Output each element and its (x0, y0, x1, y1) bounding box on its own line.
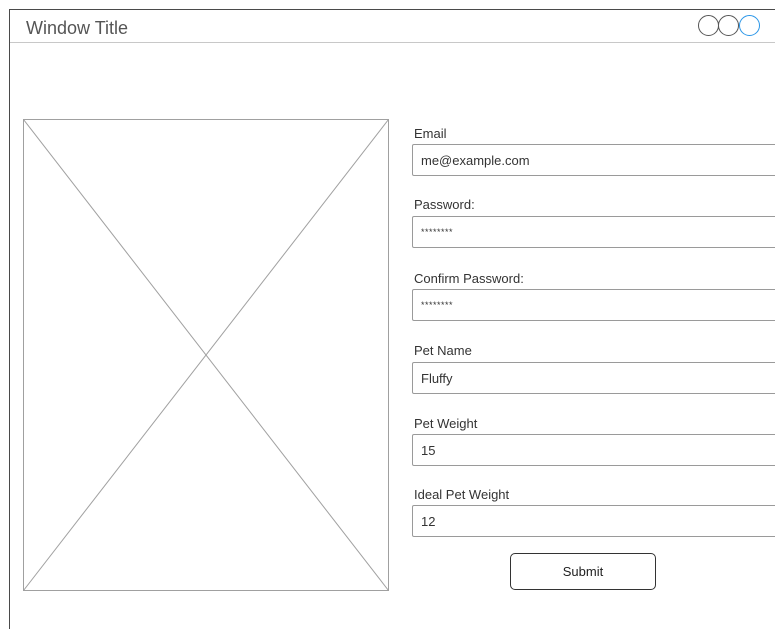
ideal-pet-weight-label: Ideal Pet Weight (414, 487, 510, 502)
image-placeholder-icon (23, 119, 389, 591)
title-bar: Window Title (10, 10, 775, 43)
email-field[interactable] (412, 144, 775, 176)
password-field[interactable] (412, 216, 775, 248)
pet-weight-label: Pet Weight (414, 416, 478, 431)
ideal-pet-weight-field[interactable] (412, 505, 775, 537)
window-button-3[interactable] (739, 15, 760, 36)
window: Window Title Email Password: Confirm Pas… (9, 9, 775, 629)
submit-button[interactable]: Submit (510, 553, 656, 590)
window-button-2[interactable] (718, 15, 739, 36)
confirm-password-field[interactable] (412, 289, 775, 321)
password-label: Password: (414, 197, 475, 212)
pet-name-label: Pet Name (414, 343, 472, 358)
email-label: Email (414, 126, 447, 141)
window-button-1[interactable] (698, 15, 719, 36)
pet-name-field[interactable] (412, 362, 775, 394)
confirm-password-label: Confirm Password: (414, 271, 524, 286)
window-title: Window Title (26, 18, 129, 38)
pet-weight-field[interactable] (412, 434, 775, 466)
